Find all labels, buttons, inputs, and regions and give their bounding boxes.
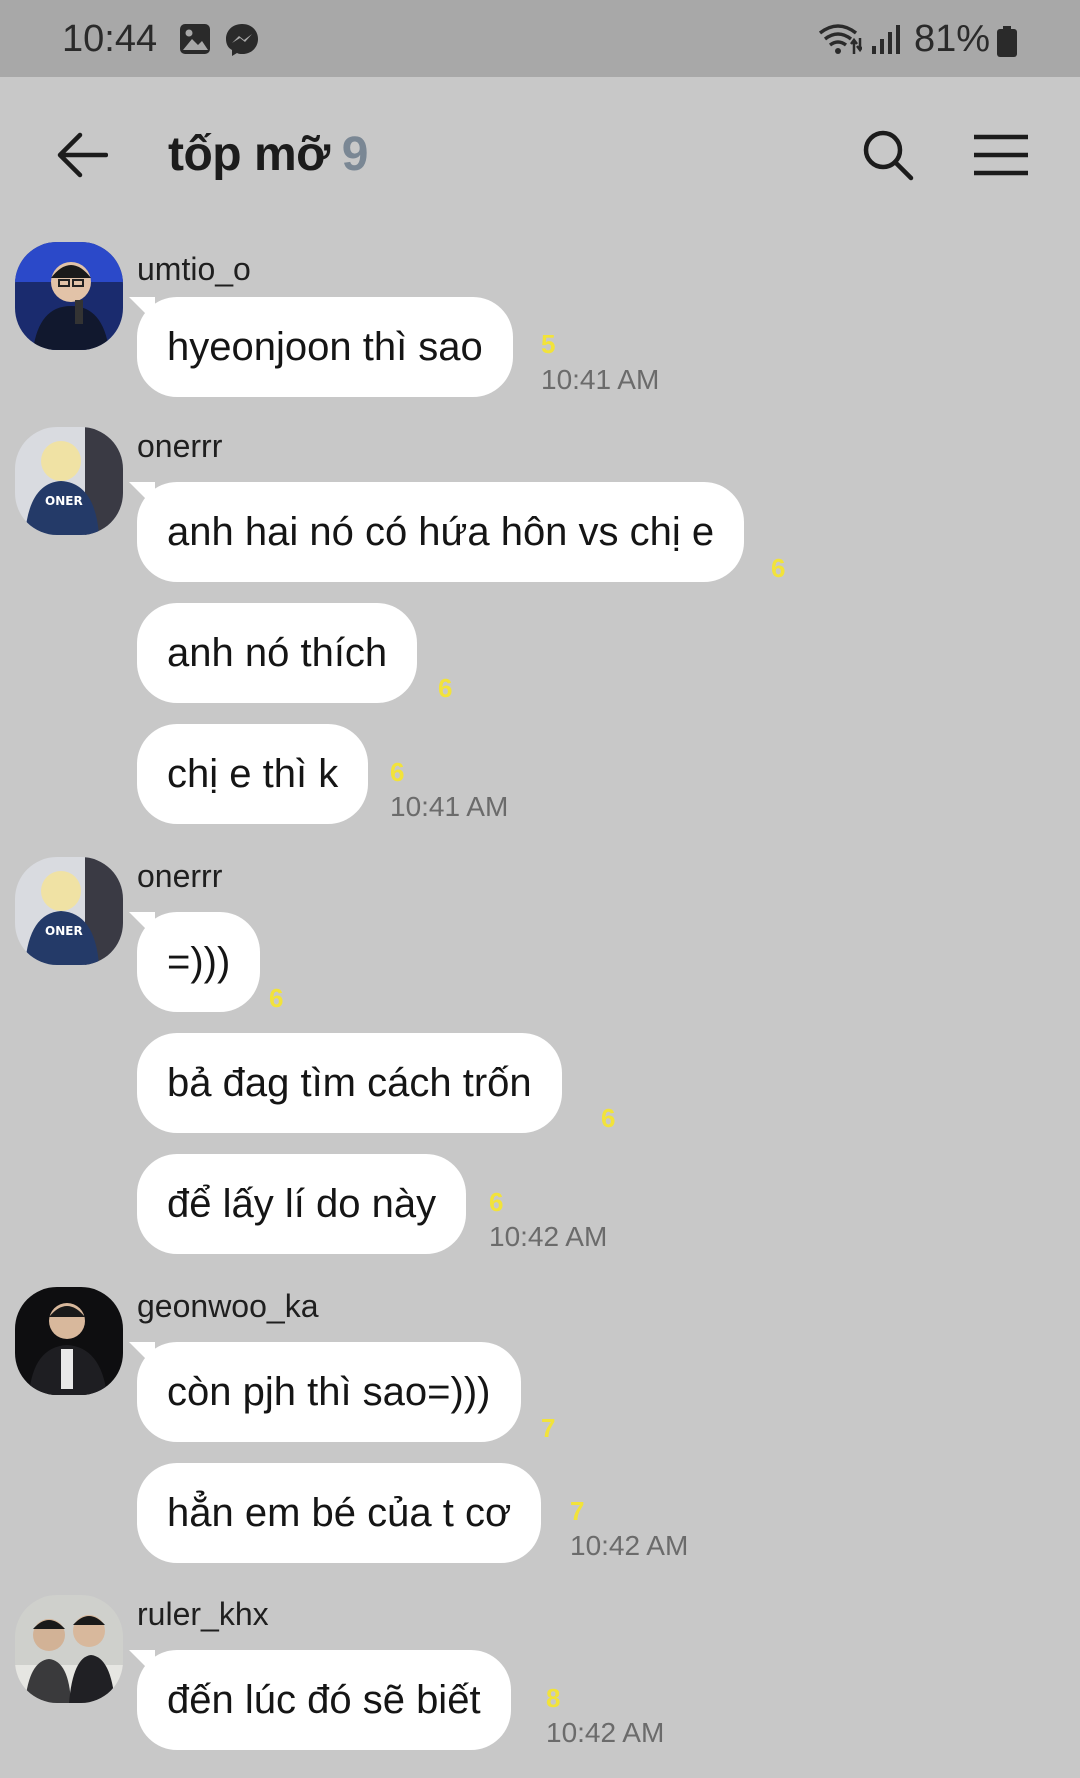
- avatar[interactable]: [15, 1287, 123, 1395]
- status-bar: 10:44 81%: [0, 0, 1080, 77]
- status-time: 10:44: [62, 18, 158, 60]
- unread-count: 6: [269, 983, 284, 1013]
- message-bubble[interactable]: anh hai nó có hứa hôn vs chị e: [137, 482, 745, 582]
- message-bubble[interactable]: đến lúc đó sẽ biết: [137, 1650, 511, 1750]
- message-bubble[interactable]: bả đag tìm cách trốn: [137, 1033, 562, 1133]
- search-icon[interactable]: [862, 129, 914, 181]
- timestamp: 10:42 AM: [546, 1717, 665, 1748]
- battery-icon: [997, 26, 1017, 57]
- avatar[interactable]: [15, 1595, 123, 1703]
- svg-text:ONER: ONER: [45, 924, 83, 938]
- unread-count: 6: [489, 1187, 504, 1217]
- unread-count: 7: [541, 1413, 556, 1443]
- unread-count: 6: [438, 673, 453, 703]
- message-bubble[interactable]: còn pjh thì sao=))): [137, 1342, 521, 1442]
- message-bubble[interactable]: để lấy lí do này: [137, 1154, 467, 1254]
- username: onerrr: [137, 428, 223, 464]
- timestamp: 10:41 AM: [541, 364, 660, 395]
- timestamp: 10:42 AM: [570, 1530, 689, 1561]
- unread-count: 6: [390, 757, 405, 787]
- username: ruler_khx: [137, 1596, 269, 1632]
- chat-title: tốp mỡ 9: [168, 127, 368, 182]
- unread-count: 6: [601, 1103, 616, 1133]
- gallery-icon: [180, 24, 210, 54]
- back-arrow-icon[interactable]: [56, 131, 108, 179]
- unread-count: 5: [541, 329, 556, 359]
- message-list[interactable]: umtio_o hyeonjoon thì sao 5 10:41 AM ONE…: [0, 237, 1080, 1778]
- wifi-icon: [818, 24, 862, 54]
- message-bubble[interactable]: chị e thì k: [137, 724, 369, 824]
- svg-text:ONER: ONER: [45, 494, 83, 508]
- unread-count: 7: [570, 1496, 585, 1526]
- signal-icon: [872, 25, 900, 54]
- avatar[interactable]: [15, 242, 123, 350]
- unread-count: 6: [771, 553, 786, 583]
- username: geonwoo_ka: [137, 1288, 319, 1324]
- menu-icon[interactable]: [972, 133, 1030, 177]
- username: umtio_o: [137, 251, 251, 287]
- timestamp: 10:42 AM: [489, 1221, 608, 1252]
- message-bubble[interactable]: hẳn em bé của t cơ: [137, 1463, 542, 1563]
- chat-header: tốp mỡ 9: [0, 77, 1080, 237]
- member-count: 9: [341, 128, 369, 181]
- chat-name: tốp mỡ: [168, 128, 330, 181]
- messenger-icon: [226, 24, 258, 56]
- timestamp: 10:41 AM: [390, 791, 509, 822]
- username: onerrr: [137, 858, 223, 894]
- avatar[interactable]: ONER: [15, 857, 123, 965]
- message-bubble[interactable]: =))): [137, 912, 261, 1012]
- message-bubble[interactable]: anh nó thích: [137, 603, 418, 703]
- battery-percent: 81%: [914, 18, 991, 60]
- unread-count: 8: [546, 1683, 561, 1713]
- message-bubble[interactable]: hyeonjoon thì sao: [137, 297, 513, 397]
- avatar[interactable]: ONER: [15, 427, 123, 535]
